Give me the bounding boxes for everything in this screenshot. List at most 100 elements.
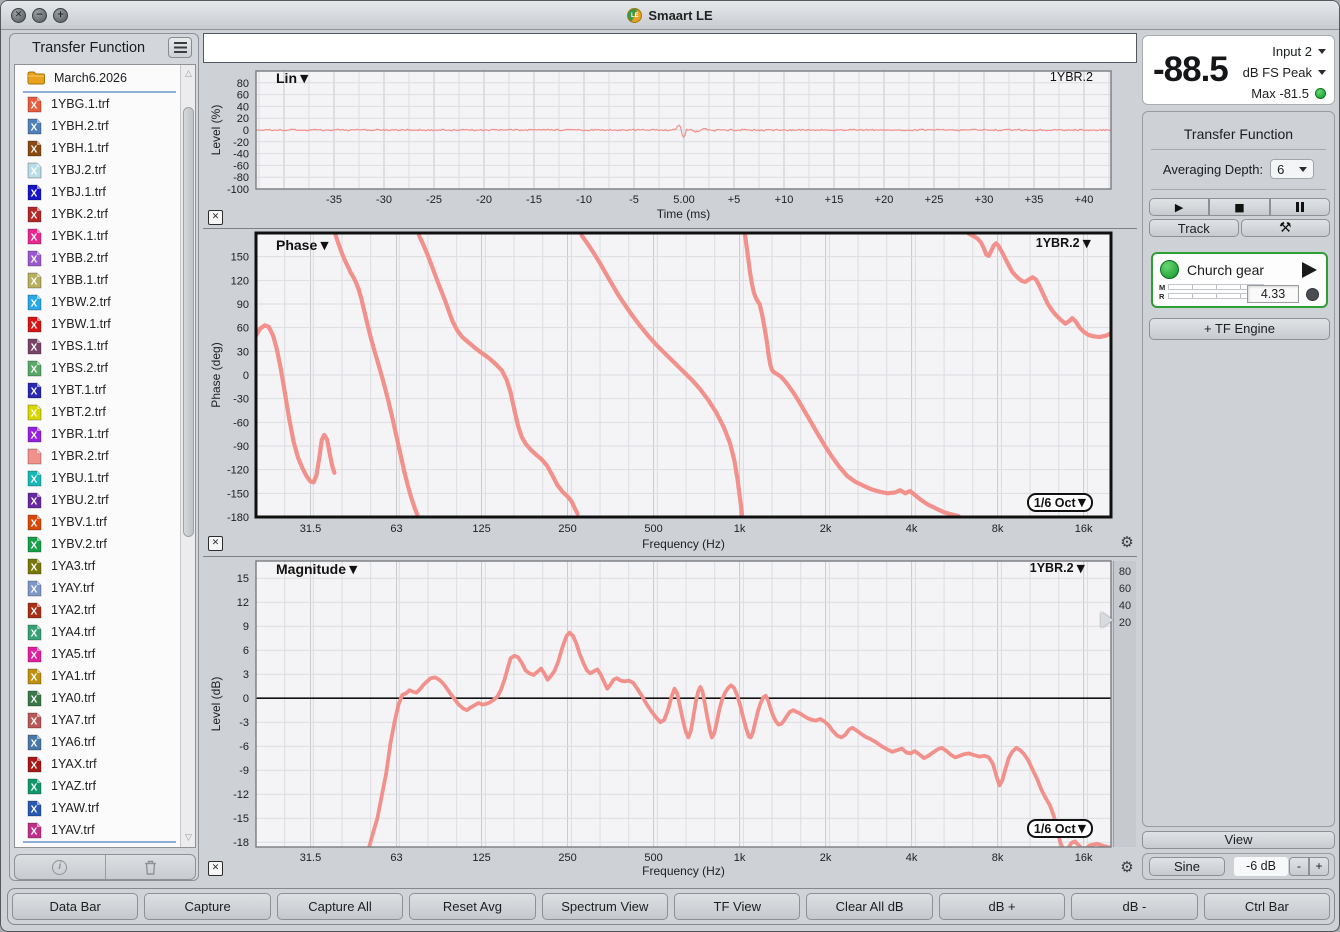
file-item[interactable]: 1YBR.2.trf [15,445,182,467]
toolbar-button-db-[interactable]: dB - [1071,893,1198,920]
magnitude-plot[interactable]: 31.5 63 125 250 500 1k 2k 4k 8k 16k15129630-3-6-9… [203,557,1137,881]
file-name: 1YA4.trf [51,625,96,639]
file-item[interactable]: X 1YA5.trf [15,643,182,665]
file-item[interactable]: X 1YBW.2.trf [15,291,182,313]
close-pane-button[interactable]: ✕ [208,536,223,551]
file-item[interactable]: X 1YBS.2.trf [15,357,182,379]
stop-button[interactable]: ■ [1209,198,1270,216]
scroll-down-icon[interactable]: ▽ [181,831,195,845]
input-select[interactable]: Input 2 [1272,43,1326,59]
file-item[interactable]: X 1YBJ.2.trf [15,159,182,181]
file-item[interactable]: X 1YBJ.1.trf [15,181,182,203]
track-button[interactable]: Track [1149,219,1239,237]
svg-text:1k: 1k [734,523,746,535]
level-decrease-button[interactable]: - [1289,857,1309,876]
toolbar-button-spectrum-view[interactable]: Spectrum View [541,893,669,920]
svg-text:-6: -6 [239,741,249,753]
folder-item[interactable] [15,843,182,847]
magnitude-settings-button[interactable]: ⚙ [1118,858,1136,876]
file-item[interactable]: X 1YA4.trf [15,621,182,643]
phase-smoothing-menu[interactable]: 1/6 Oct ▼ [1027,493,1093,512]
close-pane-button[interactable]: ✕ [208,861,223,876]
pause-button[interactable] [1269,198,1330,216]
toolbar-button-tf-view[interactable]: TF View [674,893,801,920]
svg-text:X: X [31,518,38,529]
file-item[interactable]: X 1YAW.trf [15,797,182,819]
add-tf-engine-button[interactable]: + TF Engine [1149,318,1330,340]
file-item[interactable]: X 1YBU.1.trf [15,467,182,489]
file-item[interactable]: X 1YBW.1.trf [15,313,182,335]
file-item[interactable]: X 1YA7.trf [15,709,182,731]
toolbar-button-ctrl-bar[interactable]: Ctrl Bar [1203,893,1331,920]
file-item[interactable]: X 1YBB.1.trf [15,269,182,291]
file-item[interactable]: X 1YBK.1.trf [15,225,182,247]
title-bar[interactable]: ✕ − + LE Smaart LE [1,1,1339,30]
toolbar-button-capture[interactable]: Capture [144,893,271,920]
toolbar-button-db-[interactable]: dB + [938,893,1066,920]
folder-item[interactable]: March6.2026 [15,65,182,91]
file-item[interactable]: X 1YAZ.trf [15,775,182,797]
file-item[interactable]: X 1YA1.trf [15,665,182,687]
file-item[interactable]: X 1YBV.2.trf [15,533,182,555]
scroll-up-icon[interactable]: △ [181,67,195,81]
record-button[interactable] [1306,288,1319,301]
file-item[interactable]: X 1YBG.1.trf [15,93,182,115]
magnitude-chart-type-menu[interactable]: Magnitude ▼ [276,561,357,577]
file-item[interactable]: X 1YBR.1.trf [15,423,182,445]
phase-plot[interactable]: 31.5 63 125 250 500 1k 2k 4k 8k 16k 150 120 90 60 30 0 -… [203,229,1137,557]
engine-play-icon[interactable] [1302,262,1317,278]
file-item[interactable]: X 1YBS.1.trf [15,335,182,357]
scrollbar-thumb[interactable] [183,107,194,537]
phase-settings-button[interactable]: ⚙ [1118,533,1136,551]
file-item[interactable]: X 1YBH.1.trf [15,137,182,159]
averaging-depth-select[interactable]: 6 [1270,159,1315,179]
sidebar-menu-button[interactable] [168,37,192,58]
toolbar-button-capture-all[interactable]: Capture All [276,893,404,920]
info-button[interactable]: i [15,855,105,879]
delete-button[interactable] [104,855,196,879]
file-item[interactable]: X 1YBT.2.trf [15,401,182,423]
generator-type-button[interactable]: Sine [1149,857,1225,876]
svg-text:-20: -20 [233,137,249,149]
file-item[interactable]: X 1YBK.2.trf [15,203,182,225]
coherence-threshold-handle[interactable] [1101,612,1113,628]
magnitude-smoothing-menu[interactable]: 1/6 Oct ▼ [1027,819,1093,838]
magnitude-trace-menu[interactable]: 1YBR.2 ▼ [1030,561,1085,575]
svg-text:6: 6 [243,645,249,657]
file-item[interactable]: X 1YBV.1.trf [15,511,182,533]
max-readout: Max -81.5 [1251,85,1326,101]
toolbar-button-data-bar[interactable]: Data Bar [12,893,139,920]
file-list-scrollbar[interactable]: △ ▽ [180,65,195,847]
play-button[interactable]: ▶ [1149,198,1210,216]
toolbar-button-clear-all-db[interactable]: Clear All dB [806,893,933,920]
toolbar-button-reset-avg[interactable]: Reset Avg [409,893,536,920]
file-list[interactable]: March6.2026 X 1YBG.1.trf X 1YBH.2.trf X 1YBH.1… [14,64,196,848]
level-increase-button[interactable]: + [1309,857,1329,876]
file-item[interactable]: X 1YAV.trf [15,819,182,841]
impulse-chart-type-menu[interactable]: Lin ▼ [276,70,308,86]
file-item[interactable]: X 1YA0.trf [15,687,182,709]
close-pane-button[interactable]: ✕ [208,210,223,225]
meter-unit-select[interactable]: dB FS Peak [1243,64,1326,80]
right-panel: -88.5 Input 2 dB FS Peak Max -81.5 Trans… [1141,33,1337,881]
file-item[interactable]: X 1YBT.1.trf [15,379,182,401]
file-item[interactable]: X 1YAX.trf [15,753,182,775]
phase-trace-menu[interactable]: 1YBR.2 ▼ [1036,236,1091,250]
svg-text:4k: 4k [906,523,918,535]
track-row: Track ⚒ [1149,219,1330,237]
file-item[interactable]: X 1YBU.2.trf [15,489,182,511]
file-item[interactable]: X 1YBH.2.trf [15,115,182,137]
file-item[interactable]: X 1YA2.trf [15,599,182,621]
view-button[interactable]: View [1142,831,1335,849]
file-item[interactable]: X 1YBB.2.trf [15,247,182,269]
phase-chart-type-menu[interactable]: Phase ▼ [276,237,329,253]
file-name: 1YBU.1.trf [51,471,109,485]
coherence-tick-label: 20 [1118,617,1132,629]
tools-button[interactable]: ⚒ [1240,219,1330,237]
impulse-plot[interactable]: -35 -30 -25 -20 -15 -10 -5 5.00 +5 +10 +15 +20 +25 +3… [203,64,1137,229]
file-item[interactable]: X 1YAY.trf [15,577,182,599]
delay-value-field[interactable]: 4.33 [1247,285,1299,303]
file-item[interactable]: X 1YA6.trf [15,731,182,753]
tf-engine-church-gear[interactable]: Church gear M R 4.33 [1151,252,1328,308]
file-item[interactable]: X 1YA3.trf [15,555,182,577]
